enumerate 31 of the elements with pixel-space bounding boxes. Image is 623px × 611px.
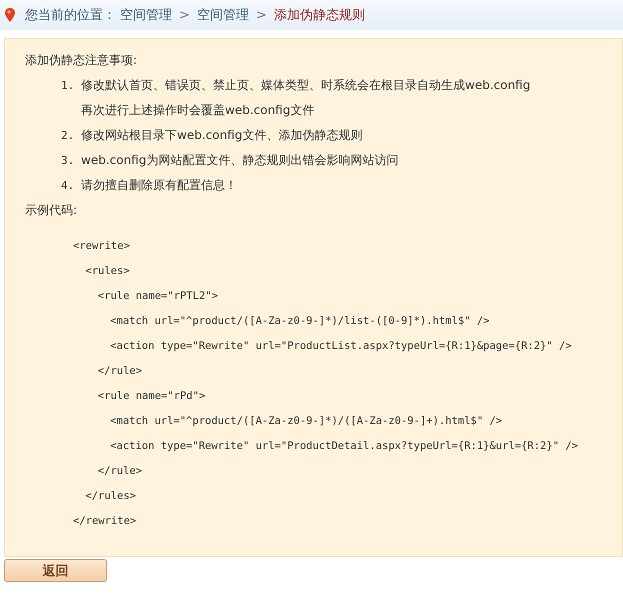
code-line: </rewrite> xyxy=(73,515,136,527)
list-number: 1. xyxy=(61,78,76,94)
example-title: 示例代码: xyxy=(25,202,78,219)
breadcrumb-item: 添加伪静态规则 xyxy=(274,7,365,24)
code-line: </rule> xyxy=(98,465,142,477)
code-line: <action type="Rewrite" url="ProductList.aspx?typeUrl={R:1}&page={R:2}" /> xyxy=(110,340,572,352)
breadcrumb-item[interactable]: 空间管理 xyxy=(120,6,172,24)
list-number: 4. xyxy=(61,178,76,194)
code-line: <match url="^product/([A-Za-z0-9-]*)/list-([0-9]*).html$" /> xyxy=(110,315,490,327)
breadcrumb-separator: > xyxy=(179,8,190,22)
back-button[interactable]: 返回 xyxy=(4,559,107,582)
code-line: <rewrite> xyxy=(73,240,130,252)
code-line: <rules> xyxy=(85,265,130,277)
breadcrumb-item[interactable]: 空间管理 xyxy=(196,6,249,24)
breadcrumb-label: 您当前的位置： xyxy=(25,7,116,24)
code-line: <rule name="rPd"> xyxy=(98,390,206,402)
code-line: <rule name="rPTL2"> xyxy=(98,290,218,302)
code-line: </rule> xyxy=(98,365,142,377)
code-line: <action type="Rewrite" url="ProductDetail.aspx?typeUrl={R:1}&url={R:2}" /> xyxy=(110,440,578,452)
list-number: 2. xyxy=(61,128,76,144)
note-text: 修改网站根目录下web.config文件、添加伪静态规则 xyxy=(81,127,362,144)
code-line: </rules> xyxy=(85,490,136,502)
note-text: web.config为网站配置文件、静态规则出错会影响网站访问 xyxy=(81,152,398,169)
code-line: <match url="^product/([A-Za-z0-9-]*)/([A-Za-z0-9-]+).html$" /> xyxy=(110,415,502,427)
list-number: 3. xyxy=(61,153,76,169)
notes-title: 添加伪静态注意事项: xyxy=(25,52,138,69)
location-pin-icon xyxy=(5,8,15,22)
note-text: 修改默认首页、错误页、禁止页、媒体类型、时系统会在根目录自动生成web.config xyxy=(81,77,530,94)
breadcrumb-separator: > xyxy=(256,8,267,22)
note-text: 请勿擅自删除原有配置信息！ xyxy=(81,177,237,194)
note-text: 再次进行上述操作时会覆盖web.config文件 xyxy=(81,102,314,119)
